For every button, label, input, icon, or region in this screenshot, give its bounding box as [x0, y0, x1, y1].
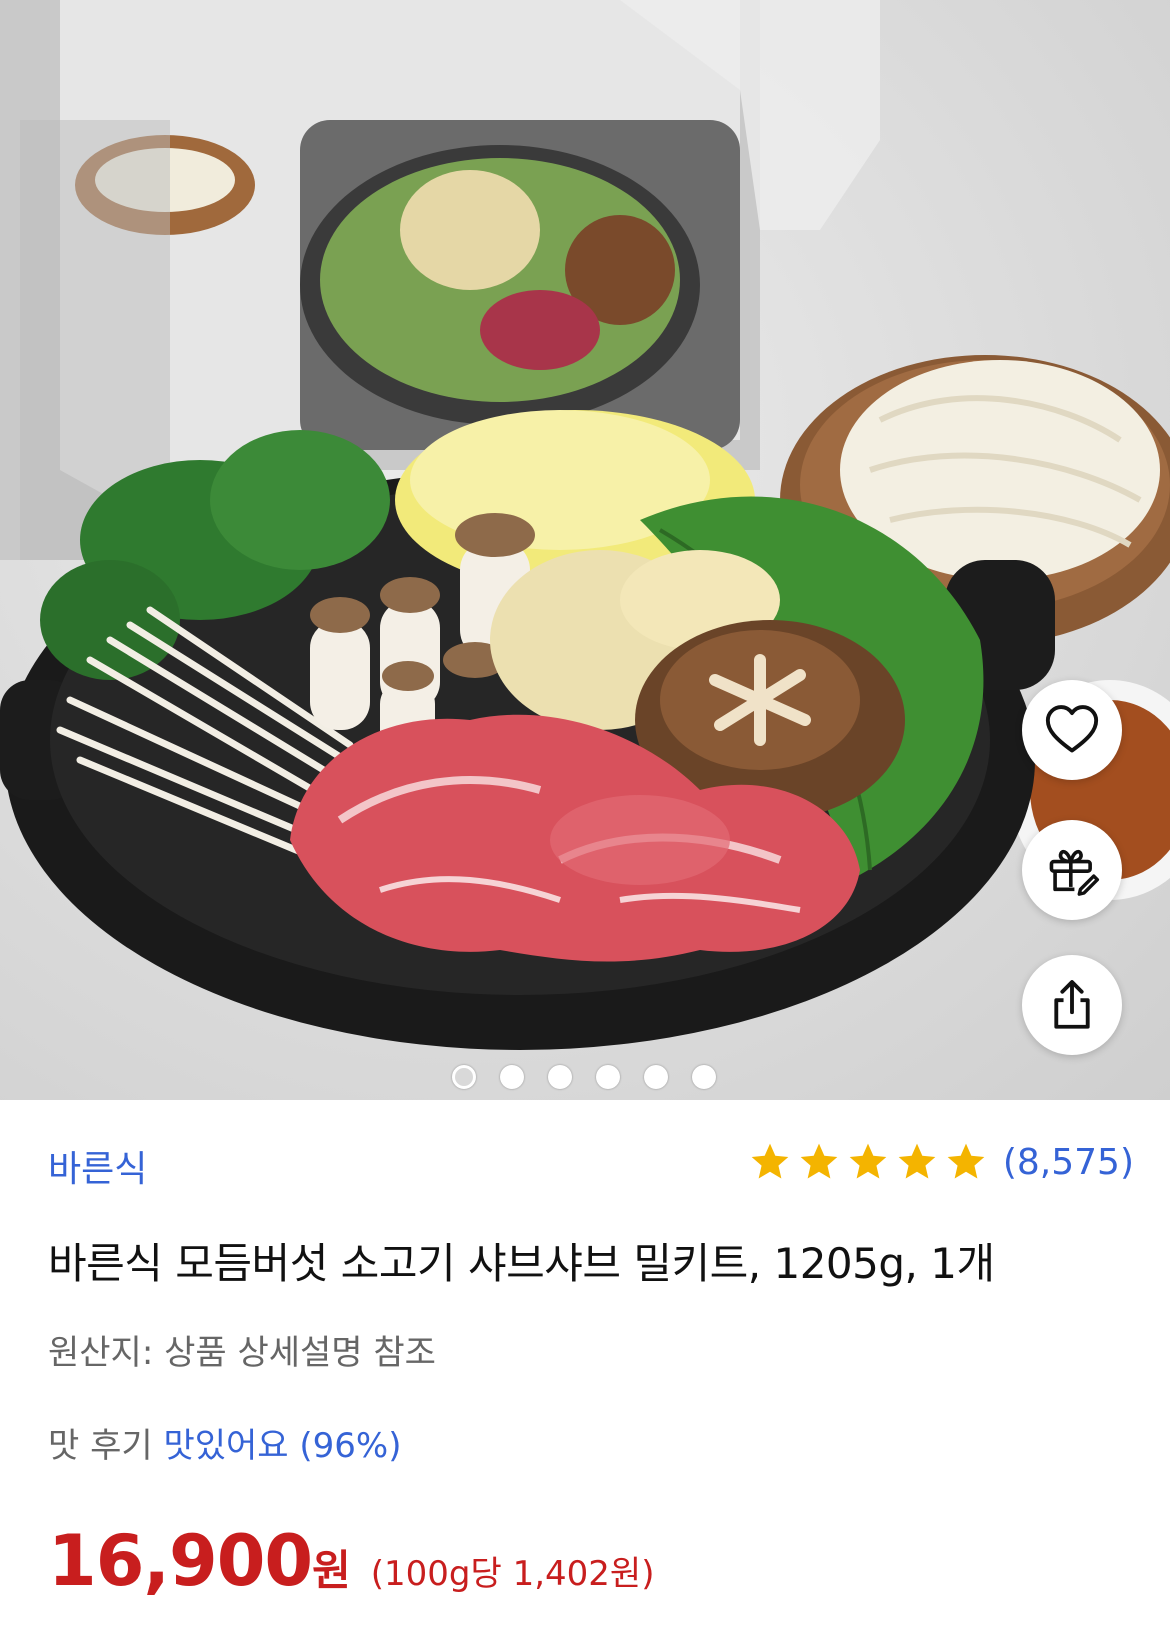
pagination-dot[interactable] [692, 1065, 716, 1089]
brand-link[interactable]: 바른식 [48, 1140, 147, 1192]
share-button[interactable] [1022, 955, 1122, 1055]
heart-icon [1045, 705, 1099, 753]
gift-icon [1049, 849, 1100, 896]
product-image-gallery[interactable] [0, 0, 1170, 1100]
pagination-dot[interactable] [548, 1065, 572, 1089]
taste-review-label: 맛 후기 [48, 1426, 153, 1466]
gift-button[interactable] [1022, 820, 1122, 920]
like-button[interactable] [1022, 680, 1122, 780]
pagination-dot[interactable] [644, 1065, 668, 1089]
product-photo [0, 0, 1170, 1050]
taste-review[interactable]: 맛 후기 맛있어요 (96%) [48, 1418, 402, 1467]
origin-info: 원산지: 상품 상세설명 참조 [48, 1333, 436, 1373]
star-icon [751, 1143, 789, 1179]
price-currency: 원 [312, 1546, 351, 1595]
product-title: 바른식 모듬버섯 소고기 샤브샤브 밀키트, 1205g, 1개 [48, 1239, 995, 1288]
star-icon [849, 1143, 887, 1179]
sale-price: 16,900 [48, 1520, 313, 1602]
pagination-dot[interactable] [452, 1065, 476, 1089]
pagination-dot[interactable] [500, 1065, 524, 1089]
rating-summary[interactable]: (8,575) [748, 1140, 1134, 1184]
product-info: 바른식 (8,575) 바른식 모듬버섯 소고기 샤브샤브 밀키트, 1205g… [0, 1100, 1170, 1639]
star-icon [898, 1143, 936, 1179]
share-icon [1054, 980, 1090, 1029]
star-icon [947, 1143, 985, 1179]
taste-review-value: 맛있어요 (96%) [163, 1426, 402, 1466]
price-row: 16,900 원 (100g당 1,402원) [48, 1520, 654, 1602]
gallery-pagination [452, 1065, 716, 1089]
unit-price: (100g당 1,402원) [370, 1554, 655, 1594]
pagination-dot[interactable] [596, 1065, 620, 1089]
star-icon [800, 1143, 838, 1179]
rating-count: (8,575) [1002, 1141, 1134, 1183]
